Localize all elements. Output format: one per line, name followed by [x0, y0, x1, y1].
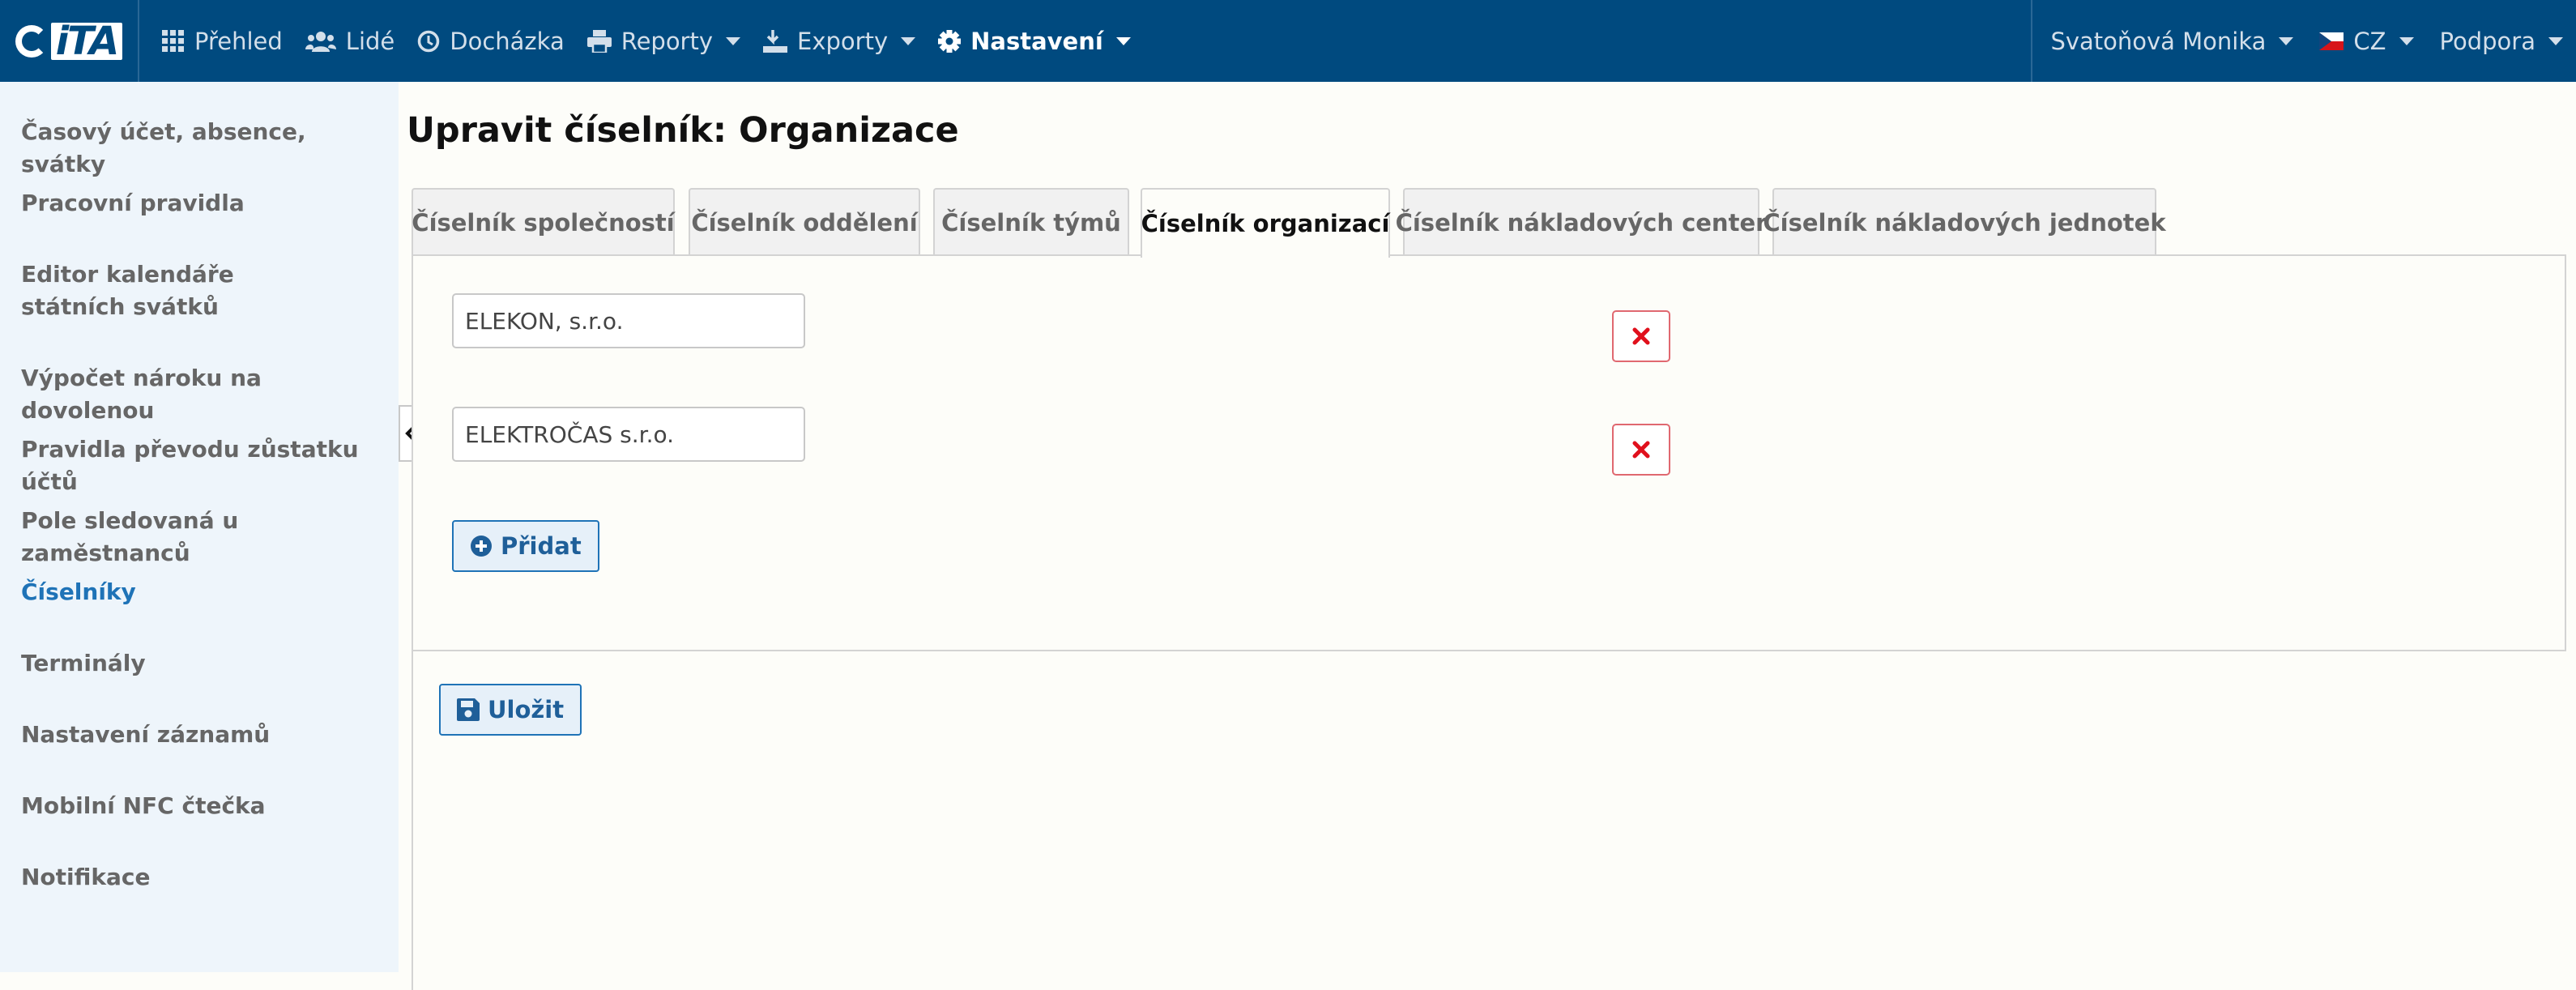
user-menu[interactable]: Svatoňová Monika — [2037, 0, 2306, 82]
tab-nakladovych-center[interactable]: Číselník nákladových center — [1396, 188, 1767, 256]
save-icon — [457, 698, 480, 721]
close-icon — [1632, 441, 1650, 459]
chevron-down-icon — [901, 36, 916, 45]
app-logo[interactable]: iTA — [0, 0, 139, 82]
sidebar-item-pracovni-pravidla[interactable]: Pracovní pravidla — [21, 187, 386, 220]
sidebar-item-vypocet-naroku[interactable]: Výpočet nároku na dovolenou — [21, 362, 386, 427]
chevron-down-icon — [1115, 36, 1131, 45]
nav-exporty[interactable]: Exporty — [752, 0, 927, 82]
add-entry-button[interactable]: Přidat — [452, 520, 599, 572]
sidebar-item-nastaveni-zaznamu[interactable]: Nastavení záznamů — [21, 719, 386, 751]
chevron-down-icon — [2548, 36, 2563, 45]
nav-nastaveni[interactable]: Nastavení — [927, 0, 1142, 82]
sidebar-item-pravidla-prevodu[interactable]: Pravidla převodu zůstatku účtů — [21, 433, 402, 498]
support-menu[interactable]: Podpora — [2427, 0, 2576, 82]
save-button[interactable]: Uložit — [439, 684, 582, 736]
support-label: Podpora — [2439, 27, 2535, 55]
organization-input-1[interactable] — [452, 293, 805, 348]
nav-nastaveni-label: Nastavení — [970, 27, 1103, 55]
sidebar-item-mobilni-nfc[interactable]: Mobilní NFC čtečka — [21, 790, 386, 822]
clock-icon — [418, 30, 440, 52]
print-icon — [586, 29, 612, 53]
tab-tymu[interactable]: Číselník týmů — [933, 188, 1129, 256]
sidebar-item-ciselniky[interactable]: Číselníky — [21, 576, 386, 608]
czech-flag-icon — [2319, 32, 2344, 50]
logo-text: iTA — [50, 22, 123, 61]
chevron-down-icon — [726, 36, 741, 45]
user-nav: Svatoňová Monika CZ Podpora — [2031, 0, 2576, 82]
chevron-down-icon — [2279, 36, 2294, 45]
language-menu[interactable]: CZ — [2306, 0, 2426, 82]
tab-nakladovych-jednotek[interactable]: Číselník nákladových jednotek — [1763, 188, 2166, 256]
page-title: Upravit číselník: Organizace — [407, 110, 959, 151]
delete-entry-1-button[interactable] — [1612, 310, 1670, 362]
nav-prehled-label: Přehled — [194, 27, 283, 55]
settings-sidebar: Časový účet, absence, svátky Pracovní pr… — [0, 82, 399, 972]
nav-lide[interactable]: Lidé — [294, 0, 406, 82]
sidebar-item-casovy-ucet[interactable]: Časový účet, absence, svátky — [21, 116, 386, 181]
sidebar-item-terminaly[interactable]: Terminály — [21, 647, 386, 680]
nav-dochazka[interactable]: Docházka — [406, 0, 575, 82]
grid-icon — [162, 29, 184, 52]
top-navbar: iTA Přehled Lidé Docházka Reporty Export… — [0, 0, 2576, 82]
logo-ring-icon — [15, 24, 48, 58]
nav-lide-label: Lidé — [345, 27, 395, 55]
nav-reporty[interactable]: Reporty — [576, 0, 752, 82]
gear-icon — [938, 29, 962, 53]
export-icon — [763, 29, 788, 53]
users-icon — [305, 31, 336, 52]
user-name: Svatoňová Monika — [2050, 27, 2267, 55]
nav-prehled[interactable]: Přehled — [151, 0, 294, 82]
nav-exporty-label: Exporty — [797, 27, 889, 55]
form-footer — [412, 650, 2566, 990]
tab-spolecnosti[interactable]: Číselník společností — [412, 188, 675, 256]
nav-reporty-label: Reporty — [621, 27, 714, 55]
save-label: Uložit — [488, 696, 565, 723]
sidebar-item-editor-kalendare[interactable]: Editor kalendáře státních svátků — [21, 258, 345, 323]
add-entry-label: Přidat — [501, 532, 582, 560]
sidebar-item-notifikace[interactable]: Notifikace — [21, 861, 386, 894]
nav-dochazka-label: Docházka — [450, 27, 565, 55]
language-label: CZ — [2353, 27, 2386, 55]
main-nav: Přehled Lidé Docházka Reporty Exporty Na… — [151, 0, 1142, 82]
close-icon — [1632, 327, 1650, 345]
organization-input-2[interactable] — [452, 407, 805, 462]
delete-entry-2-button[interactable] — [1612, 424, 1670, 476]
chevron-down-icon — [2399, 36, 2414, 45]
tab-organizaci[interactable]: Číselník organizací — [1141, 188, 1390, 258]
tab-oddeleni[interactable]: Číselník oddělení — [689, 188, 920, 256]
plus-circle-icon — [471, 536, 492, 557]
sidebar-item-pole-sledovana[interactable]: Pole sledovaná u zaměstnanců — [21, 505, 386, 570]
